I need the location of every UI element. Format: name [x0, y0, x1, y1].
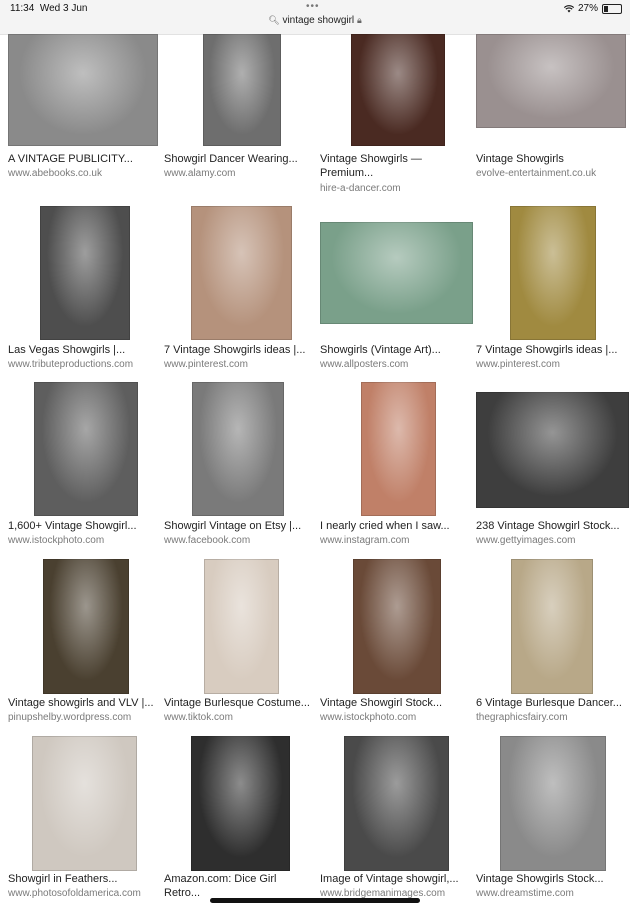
result-title[interactable]: A VINTAGE PUBLICITY...: [8, 152, 133, 166]
wifi-icon: [563, 4, 574, 12]
battery-percent: 27%: [577, 3, 598, 14]
battery-icon: [602, 3, 622, 14]
result-title[interactable]: Showgirl Dancer Wearing...: [164, 152, 298, 166]
result-thumbnail[interactable]: [320, 222, 473, 324]
result-title[interactable]: Vintage Showgirl Stock...: [320, 696, 442, 710]
result-domain: www.tributeproductions.com: [8, 359, 134, 370]
result-title-line2[interactable]: Premium...: [320, 166, 373, 180]
result-thumbnail[interactable]: [204, 559, 279, 694]
result-domain: www.istockphoto.com: [320, 712, 417, 723]
result-thumbnail[interactable]: [34, 382, 138, 516]
result-thumbnail[interactable]: [361, 382, 436, 516]
result-thumbnail[interactable]: [203, 34, 281, 146]
result-domain: www.tiktok.com: [164, 712, 233, 723]
result-domain: www.abebooks.co.uk: [8, 168, 102, 179]
result-title[interactable]: Vintage Showgirls —: [320, 152, 422, 166]
result-thumbnail[interactable]: [353, 559, 441, 694]
result-title[interactable]: 1,600+ Vintage Showgirl...: [8, 519, 137, 533]
status-time-date: 11:34 Wed 3 Jun: [10, 3, 87, 14]
multitasking-dots[interactable]: •••: [306, 1, 320, 12]
result-thumbnail[interactable]: [500, 736, 606, 871]
address-bar[interactable]: 🔍︎ vintage showgirl 🔒︎: [0, 15, 630, 26]
result-domain: www.pinterest.com: [476, 359, 560, 370]
result-domain: evolve-entertainment.co.uk: [476, 168, 597, 179]
result-title[interactable]: Vintage Showgirls Stock...: [476, 872, 604, 886]
result-domain: www.allposters.com: [320, 359, 409, 370]
result-title[interactable]: Image of Vintage showgirl,...: [320, 872, 459, 886]
result-domain: pinupshelby.wordpress.com: [8, 712, 132, 723]
result-title[interactable]: I nearly cried when I saw...: [320, 519, 450, 533]
result-title-line2[interactable]: Retro...: [164, 886, 200, 900]
search-icon: 🔍︎: [268, 15, 280, 25]
result-domain: www.facebook.com: [164, 535, 251, 546]
status-date: Wed 3 Jun: [39, 3, 88, 14]
result-domain: www.dreamstime.com: [476, 888, 574, 899]
result-title[interactable]: 6 Vintage Burlesque Dancer...: [476, 696, 622, 710]
result-domain: thegraphicsfairy.com: [476, 712, 568, 723]
result-title[interactable]: Showgirl Vintage on Etsy |...: [164, 519, 301, 533]
result-title[interactable]: Amazon.com: Dice Girl: [164, 872, 276, 886]
result-title[interactable]: Las Vegas Showgirls |...: [8, 343, 125, 357]
result-title[interactable]: 7 Vintage Showgirls ideas |...: [164, 343, 305, 357]
result-domain: www.gettyimages.com: [476, 535, 576, 546]
result-thumbnail[interactable]: [476, 392, 629, 508]
result-thumbnail[interactable]: [344, 736, 449, 871]
result-title[interactable]: Vintage Burlesque Costume...: [164, 696, 310, 710]
result-thumbnail[interactable]: [191, 206, 292, 340]
result-thumbnail[interactable]: [351, 34, 445, 146]
result-thumbnail[interactable]: [191, 736, 290, 871]
result-domain: www.alamy.com: [164, 168, 236, 179]
result-thumbnail[interactable]: [32, 736, 137, 871]
result-thumbnail[interactable]: [8, 34, 158, 146]
result-domain: www.istockphoto.com: [8, 535, 105, 546]
lock-icon: 🔒︎: [356, 15, 362, 25]
battery-level: [604, 5, 608, 12]
result-domain: hire-a-dancer.com: [320, 183, 401, 194]
result-thumbnail[interactable]: [43, 559, 129, 694]
result-domain: www.instagram.com: [320, 535, 410, 546]
result-domain: www.photosofoldamerica.com: [8, 888, 141, 899]
result-thumbnail[interactable]: [510, 206, 596, 340]
result-title[interactable]: Vintage Showgirls: [476, 152, 564, 166]
result-title[interactable]: Vintage showgirls and VLV |...: [8, 696, 154, 710]
address-text: vintage showgirl: [282, 15, 355, 26]
status-bar: 11:34 Wed 3 Jun ••• 27% 🔍︎ vintage showg…: [0, 0, 630, 35]
result-title[interactable]: Showgirl in Feathers...: [8, 872, 117, 886]
result-title[interactable]: Showgirls (Vintage Art)...: [320, 343, 441, 357]
result-thumbnail[interactable]: [40, 206, 130, 340]
result-thumbnail[interactable]: [192, 382, 284, 516]
result-thumbnail[interactable]: [476, 34, 626, 128]
result-domain: www.pinterest.com: [164, 359, 248, 370]
result-title[interactable]: 7 Vintage Showgirls ideas |...: [476, 343, 617, 357]
result-thumbnail[interactable]: [511, 559, 593, 694]
status-right: 27%: [563, 3, 622, 14]
status-time: 11:34: [10, 3, 35, 14]
result-title[interactable]: 238 Vintage Showgirl Stock...: [476, 519, 620, 533]
home-indicator[interactable]: [210, 898, 420, 903]
